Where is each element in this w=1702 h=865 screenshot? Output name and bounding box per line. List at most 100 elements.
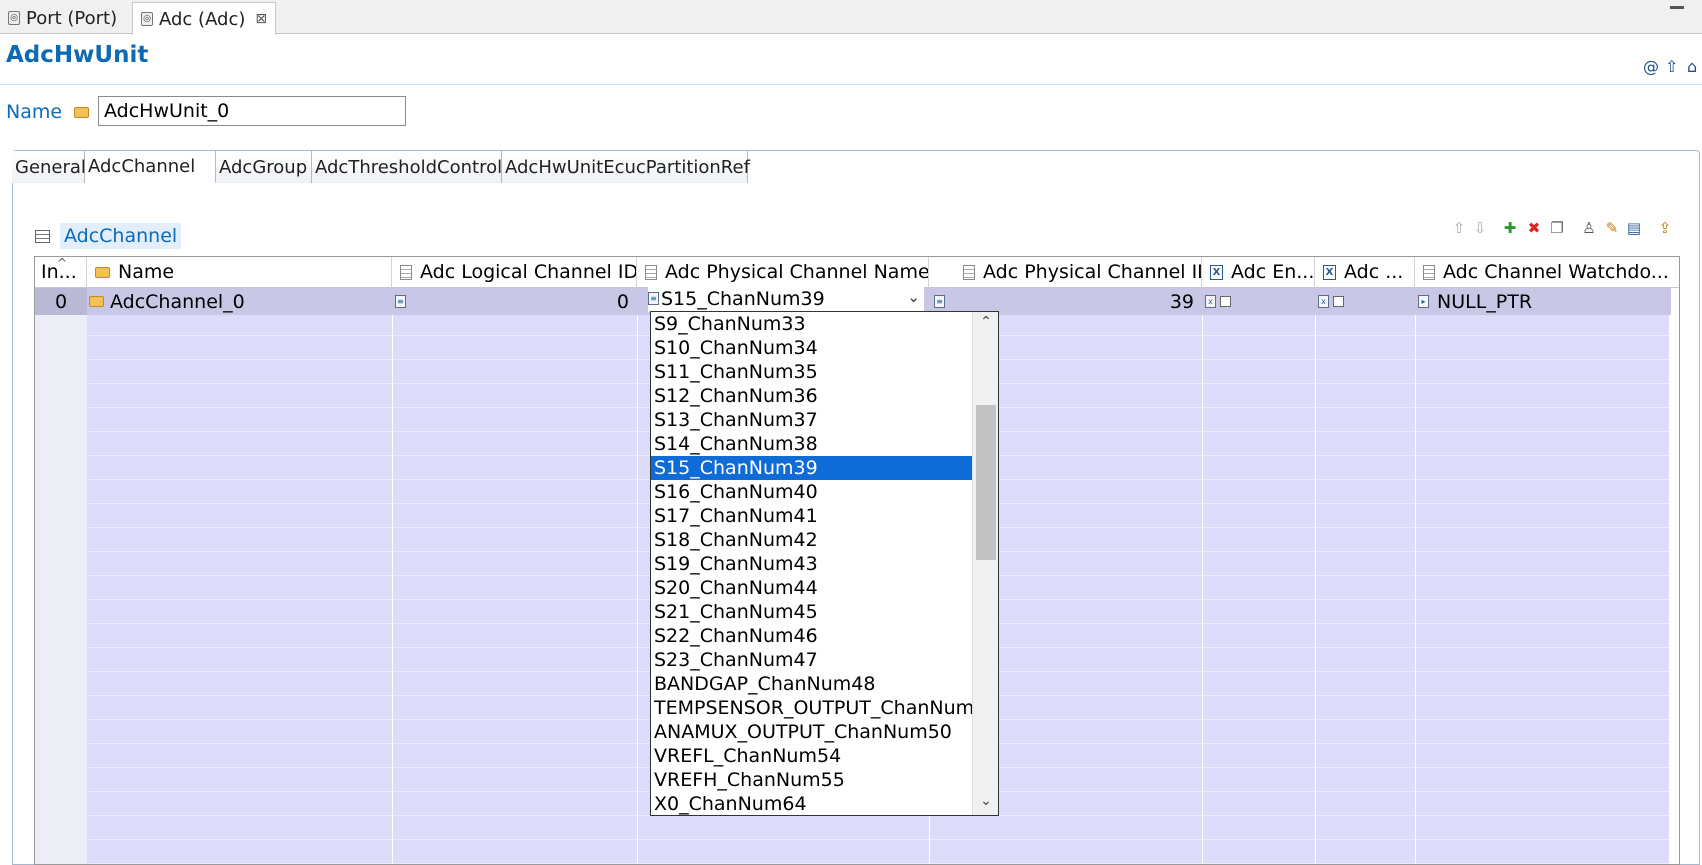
row-watchdog-cell[interactable]: ▸ NULL_PTR	[1415, 288, 1671, 315]
header-separator	[0, 84, 1702, 85]
boolean-param-icon: x	[1205, 295, 1216, 308]
dropdown-option[interactable]: S17_ChanNum41	[651, 504, 973, 528]
folder-icon	[89, 296, 104, 307]
column-header-index[interactable]: ^ In...	[35, 257, 87, 288]
column-header-label: Adc Physical Channel ID	[983, 261, 1202, 283]
dropdown-option[interactable]: S10_ChanNum34	[651, 336, 973, 360]
column-divider	[1202, 257, 1203, 864]
dropdown-list: S9_ChanNum33 S10_ChanNum34 S11_ChanNum35 S1…	[651, 312, 998, 816]
tab-label: AdcGroup	[219, 156, 308, 178]
adc-checkbox[interactable]	[1333, 296, 1344, 307]
column-header-adc-en[interactable]: X Adc En...	[1202, 257, 1315, 288]
boolean-icon: X	[1323, 264, 1336, 280]
delete-icon[interactable]: ✖	[1526, 220, 1542, 236]
column-header-label: Adc En...	[1231, 261, 1315, 283]
edit-icon[interactable]: ✎	[1604, 220, 1620, 236]
dropdown-option[interactable]: S21_ChanNum45	[651, 600, 973, 624]
tab-port[interactable]: ◎ Port (Port)	[0, 2, 125, 34]
column-header-label: Adc Physical Channel Name	[665, 261, 929, 283]
dropdown-scrollbar[interactable]: ⌃ ⌄	[972, 312, 998, 815]
dropdown-option[interactable]: S15_ChanNum39	[651, 456, 973, 480]
dropdown-option[interactable]: S12_ChanNum36	[651, 384, 973, 408]
row-adc-en-cell: x	[1202, 288, 1315, 315]
tab-port-label: Port (Port)	[26, 7, 118, 29]
column-header-watchdog[interactable]: Adc Channel Watchdo...	[1415, 257, 1679, 288]
dropdown-option[interactable]: S14_ChanNum38	[651, 432, 973, 456]
dropdown-option[interactable]: S19_ChanNum43	[651, 552, 973, 576]
name-label: Name	[6, 101, 63, 123]
import-icon[interactable]: ⇪	[1657, 220, 1673, 236]
dropdown-option[interactable]: TEMPSENSOR_OUTPUT_ChanNum49	[651, 696, 998, 720]
index-column	[35, 288, 87, 864]
copy-icon[interactable]: ❐	[1549, 220, 1565, 236]
tab-label: General	[15, 156, 86, 178]
dropdown-option[interactable]: BANDGAP_ChanNum48	[651, 672, 973, 696]
tab-adc[interactable]: ◎ Adc (Adc) ⊠	[132, 2, 277, 35]
home-icon[interactable]: ⌂	[1687, 57, 1697, 76]
column-header-name[interactable]: Name	[87, 257, 392, 288]
column-divider	[1415, 257, 1416, 864]
scrollbar-thumb[interactable]	[976, 405, 996, 560]
minimize-icon[interactable]	[1670, 6, 1684, 9]
column-header-physical-name[interactable]: Adc Physical Channel Name	[637, 257, 929, 288]
physical-channel-combo[interactable]: ≡ S15_ChanNum39 ⌄	[648, 285, 924, 312]
dropdown-option[interactable]: S23_ChanNum47	[651, 648, 973, 672]
chevron-down-icon[interactable]: ⌄	[907, 288, 920, 306]
dropdown-option[interactable]: S20_ChanNum44	[651, 576, 973, 600]
tab-adcthresholdcontrol[interactable]: AdcThresholdControl	[312, 151, 502, 183]
document-icon	[400, 264, 412, 280]
dropdown-option[interactable]: X0_ChanNum64	[651, 792, 973, 816]
column-divider	[392, 257, 393, 864]
column-header-adc[interactable]: X Adc ...	[1315, 257, 1415, 288]
dropdown-option[interactable]: S11_ChanNum35	[651, 360, 973, 384]
chevron-up-icon[interactable]: ⌃	[973, 314, 999, 334]
dropdown-option[interactable]: ANAMUX_OUTPUT_ChanNum50	[651, 720, 973, 744]
tab-adcgroup[interactable]: AdcGroup	[216, 151, 312, 183]
tab-adcchannel[interactable]: AdcChannel	[85, 151, 216, 183]
column-header-label: Adc ...	[1344, 261, 1404, 283]
dropdown-option[interactable]: VREFH_ChanNum55	[651, 768, 973, 792]
dropdown-option[interactable]: VREFL_ChanNum54	[651, 744, 973, 768]
column-header-logical-id[interactable]: Adc Logical Channel ID	[392, 257, 637, 288]
row-adc-cell: x	[1315, 288, 1415, 315]
row-physical-id: 39	[1169, 290, 1194, 313]
param-icon: ≡	[648, 292, 659, 305]
dropdown-option[interactable]: S22_ChanNum46	[651, 624, 973, 648]
move-up-icon[interactable]: ⇧	[1451, 220, 1467, 236]
document-icon	[645, 264, 657, 280]
module-icon: ◎	[8, 11, 20, 25]
dropdown-option[interactable]: S16_ChanNum40	[651, 480, 973, 504]
tab-general[interactable]: General	[12, 151, 86, 183]
move-down-icon[interactable]: ⇩	[1472, 220, 1488, 236]
column-header-physical-id[interactable]: Adc Physical Channel ID	[929, 257, 1202, 288]
at-icon[interactable]: @	[1643, 57, 1659, 76]
name-input[interactable]	[98, 96, 406, 126]
dropdown-option[interactable]: S9_ChanNum33	[651, 312, 973, 336]
document-icon	[1423, 264, 1435, 280]
physical-channel-dropdown[interactable]: S9_ChanNum33 S10_ChanNum34 S11_ChanNum35 S1…	[650, 311, 999, 816]
sub-tab-bar: General AdcChannel AdcGroup AdcThreshold…	[12, 151, 750, 183]
sort-caret-icon: ^	[57, 257, 68, 270]
column-header-label: Name	[118, 261, 175, 283]
boolean-icon: X	[1210, 264, 1223, 280]
reference-icon: ▸	[1418, 295, 1429, 308]
param-icon: ≡	[395, 295, 406, 308]
user-icon[interactable]: ♙	[1581, 220, 1597, 236]
chevron-down-icon[interactable]: ⌄	[973, 793, 999, 813]
page-title: AdcHwUnit	[6, 42, 149, 68]
adc-en-checkbox[interactable]	[1220, 296, 1231, 307]
dropdown-option[interactable]: S13_ChanNum37	[651, 408, 973, 432]
editor-tab-strip: ◎ Port (Port) ◎ Adc (Adc) ⊠	[0, 0, 1702, 35]
navigate-up-icon[interactable]: ⇧	[1665, 57, 1678, 76]
add-icon[interactable]: ✚	[1502, 220, 1518, 236]
tab-label: AdcThresholdControl	[315, 156, 503, 178]
close-tab-icon[interactable]: ⊠	[255, 11, 267, 27]
param-icon: ≡	[934, 295, 945, 308]
column-divider	[1315, 257, 1316, 864]
edit-table-icon[interactable]: ▤	[1626, 220, 1642, 236]
row-name-cell[interactable]: AdcChannel_0	[87, 288, 392, 315]
dropdown-option[interactable]: S18_ChanNum42	[651, 528, 973, 552]
tab-adchwunitecucpartitionref[interactable]: AdcHwUnitEcucPartitionRef	[502, 151, 750, 183]
row-logical-id-cell[interactable]: ≡ 0	[392, 288, 637, 315]
section-title: AdcChannel	[60, 223, 182, 249]
